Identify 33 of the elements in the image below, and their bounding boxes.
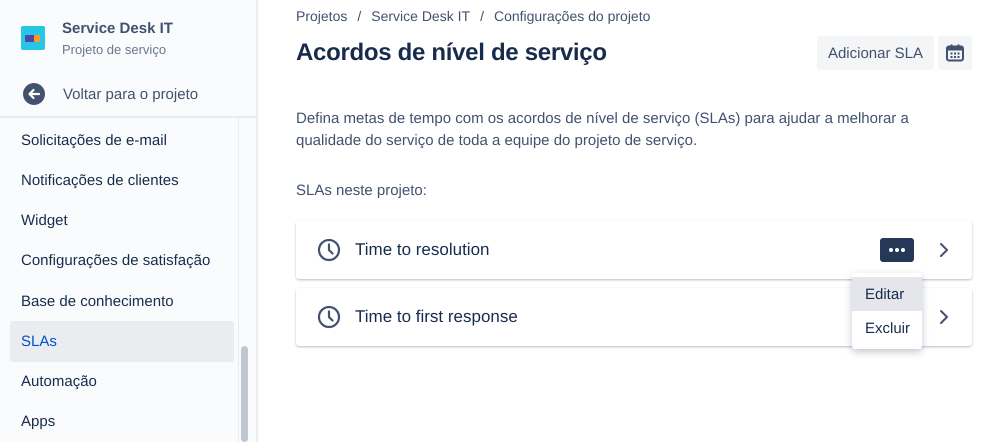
sidebar-item[interactable]: Solicitações de e-mail (10, 120, 234, 160)
clock-icon (317, 305, 341, 329)
more-button[interactable] (880, 238, 914, 262)
sidebar-item[interactable]: Notificações de clientes (10, 160, 234, 200)
sidebar-item[interactable]: Apps (10, 402, 234, 442)
project-name: Service Desk IT (62, 20, 173, 36)
menu-item[interactable]: Excluir (852, 311, 922, 345)
breadcrumb-link[interactable]: Projetos (296, 8, 348, 24)
menu-item[interactable]: Editar (852, 277, 922, 311)
chevron-right-icon[interactable] (938, 309, 950, 325)
breadcrumb-link[interactable]: Configurações do projeto (494, 8, 650, 24)
page-title: Acordos de nível de serviço (296, 39, 607, 67)
breadcrumb-separator: / (357, 8, 362, 24)
list-label: SLAs neste projeto: (296, 182, 428, 199)
breadcrumb-separator: / (480, 8, 484, 24)
clock-icon (317, 238, 341, 262)
calendar-button[interactable] (938, 36, 972, 70)
sidebar-item[interactable]: Base de conhecimento (10, 281, 234, 322)
project-type: Projeto de serviço (62, 42, 168, 56)
breadcrumb-link[interactable]: Service Desk IT (371, 8, 470, 24)
sidebar-item[interactable]: Widget (10, 200, 234, 241)
sla-name: Time to first response (355, 307, 518, 327)
calendar-icon (945, 43, 965, 63)
project-logo-icon (21, 26, 45, 50)
sla-name: Time to resolution (355, 240, 490, 260)
add-sla-button[interactable]: Adicionar SLA (816, 36, 934, 70)
chevron-right-icon[interactable] (938, 242, 950, 258)
back-link[interactable]: Voltar para o projeto (0, 82, 256, 106)
more-icon (888, 248, 906, 252)
sidebar-item[interactable]: Configurações de satisfação (10, 240, 234, 281)
sidebar-item[interactable]: Automação (10, 362, 234, 402)
sidebar-item[interactable]: SLAs (10, 321, 234, 362)
description-text: Defina metas de tempo com os acordos de nível de serviço (SLAs) para ajudar a melhorar a qualidade do serviço de toda a equipe do projeto de serviço. (296, 109, 910, 151)
